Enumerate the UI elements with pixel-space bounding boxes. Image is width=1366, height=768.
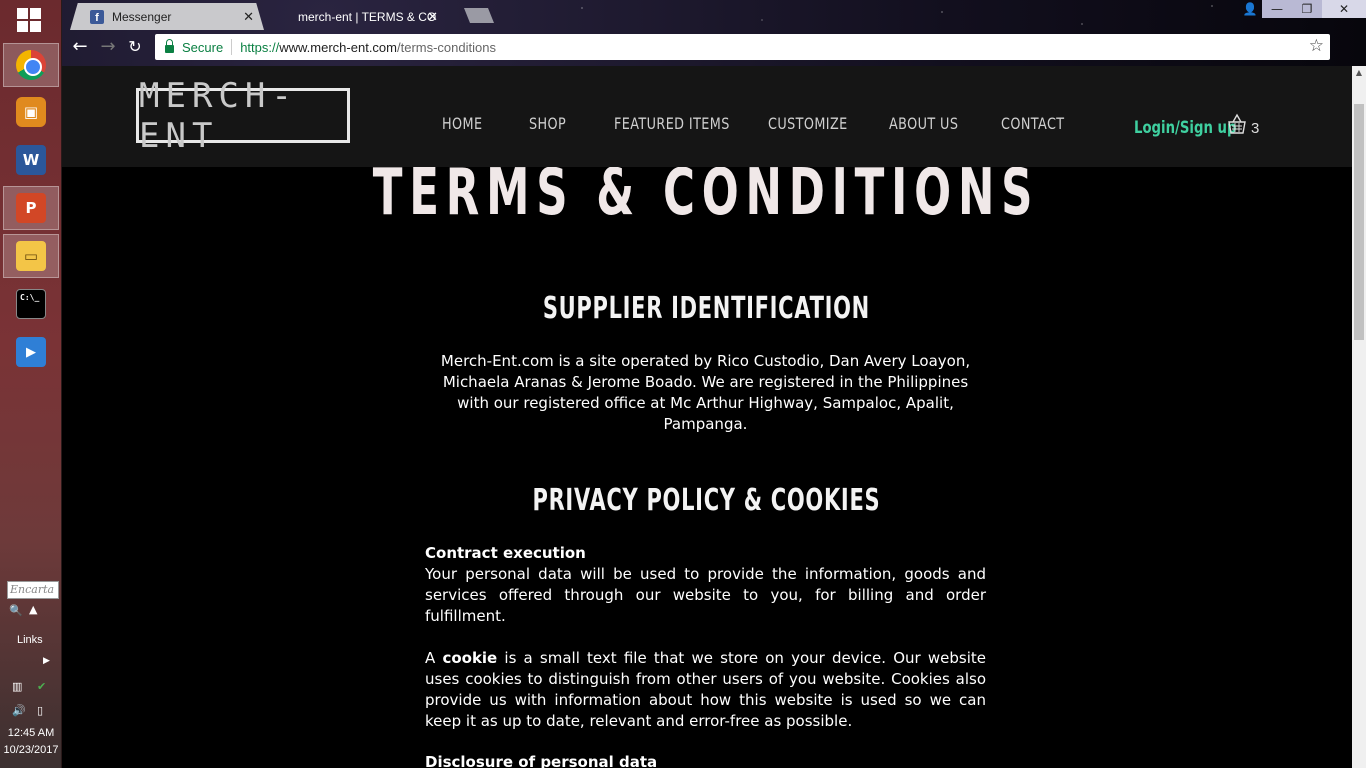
tab-messenger[interactable]: f Messenger ✕ (70, 3, 264, 30)
cookie-term: cookie (442, 649, 498, 667)
disclosure-title: Disclosure of personal data (425, 753, 658, 768)
address-bar[interactable]: Secure https:// www.merch-ent.com /terms… (155, 34, 1330, 60)
forward-button[interactable]: → (98, 37, 118, 57)
nav-home[interactable]: HOME (442, 114, 482, 133)
windows-start-button[interactable] (13, 4, 49, 36)
windows-taskbar: ▣ W P ▭ C:\_ ▶ Encarta 🔍 ▲ Links ▶ ▥ ✔ 🔊… (0, 0, 62, 768)
supplier-paragraph: Merch-Ent.com is a site operated by Rico… (440, 352, 971, 433)
reload-button[interactable]: ↻ (125, 37, 145, 57)
taskbar-powerpoint[interactable]: P (3, 186, 59, 230)
back-button[interactable]: ← (70, 37, 90, 57)
nav-featured-items[interactable]: FEATURED ITEMS (614, 114, 730, 133)
cart-count: 3 (1251, 120, 1260, 137)
taskbar-cmd[interactable]: C:\_ (3, 282, 59, 326)
contract-paragraph: Contract execution Your personal data wi… (425, 543, 986, 627)
volume-icon[interactable]: 🔊 (12, 704, 26, 717)
nav-about-us[interactable]: ABOUT US (889, 114, 958, 133)
search-icon[interactable]: 🔍 (9, 604, 23, 617)
terminal-icon: C:\_ (16, 289, 46, 319)
cookie-body: is a small text file that we store on yo… (425, 649, 986, 730)
chevron-right-icon[interactable]: ▶ (43, 656, 57, 668)
taskbar-chrome[interactable] (3, 43, 59, 87)
scroll-up-icon[interactable]: ▲ (1352, 66, 1366, 80)
network-icon[interactable]: ▥ (12, 680, 26, 693)
encarta-search-input[interactable]: Encarta (7, 581, 59, 599)
play-icon: ▶ (16, 337, 46, 367)
folder-icon: ▭ (16, 241, 46, 271)
nav-customize[interactable]: CUSTOMIZE (768, 114, 848, 133)
nav-contact[interactable]: CONTACT (1001, 114, 1065, 133)
close-tab-icon[interactable]: ✕ (243, 9, 254, 25)
taskbar-app-folder[interactable]: ▣ (3, 90, 59, 134)
links-toolbar-label[interactable]: Links (17, 634, 43, 646)
close-tab-icon[interactable]: ✕ (427, 9, 438, 25)
minimize-button[interactable]: — (1262, 0, 1292, 18)
taskbar-word[interactable]: W (3, 138, 59, 182)
powerpoint-icon: P (16, 193, 46, 223)
close-window-button[interactable]: ✕ (1322, 0, 1366, 18)
page-viewport: TERMS & CONDITIONS SUPPLIER IDENTIFICATI… (62, 66, 1352, 768)
clock-date[interactable]: 10/23/2017 (0, 744, 62, 756)
page-title: TERMS & CONDITIONS (372, 156, 1040, 230)
tab-title: merch-ent | TERMS & CO (298, 9, 437, 24)
chevron-up-icon[interactable]: ▲ (29, 603, 43, 616)
contract-title: Contract execution (425, 544, 586, 562)
site-logo[interactable]: MERCH-ENT (136, 76, 350, 156)
browser-toolbar: f Messenger ✕ merch-ent | TERMS & CO ✕ 👤… (62, 0, 1366, 66)
shopping-basket-icon[interactable] (1224, 112, 1250, 138)
tab-merch-ent[interactable]: merch-ent | TERMS & CO ✕ (282, 3, 472, 30)
windows-logo-icon (17, 8, 28, 19)
url-scheme: https:// (240, 39, 280, 55)
clock-time[interactable]: 12:45 AM (0, 727, 62, 739)
taskbar-file-explorer[interactable]: ▭ (3, 234, 59, 278)
url-path: /terms-conditions (396, 39, 496, 55)
taskbar-media-player[interactable]: ▶ (3, 330, 59, 374)
section-heading-supplier: SUPPLIER IDENTIFICATION (542, 291, 870, 326)
page-scrollbar[interactable]: ▲ (1352, 66, 1366, 768)
site-header: MERCH-ENT HOME SHOP FEATURED ITEMS CUSTO… (62, 66, 1352, 167)
scroll-thumb[interactable] (1354, 104, 1364, 340)
cookie-paragraph: A cookie is a small text file that we st… (425, 648, 986, 732)
secure-label: Secure (182, 39, 224, 55)
word-icon: W (16, 145, 46, 175)
nav-shop[interactable]: SHOP (529, 114, 566, 133)
chrome-icon (16, 50, 46, 80)
profile-icon[interactable]: 👤 (1238, 0, 1262, 18)
bookmark-star-icon[interactable]: ☆ (1309, 36, 1324, 56)
login-signup-link[interactable]: Login/Sign up (1134, 118, 1236, 138)
url-host: www.merch-ent.com (279, 39, 397, 55)
tab-title: Messenger (112, 9, 172, 24)
battery-icon[interactable]: ▯ (37, 704, 51, 717)
lock-icon (165, 39, 174, 53)
omnibox-separator (231, 39, 233, 55)
restore-button[interactable]: ❐ (1292, 0, 1322, 18)
section-heading-privacy: PRIVACY POLICY & COOKIES (532, 483, 881, 518)
window-controls: 👤 — ❐ ✕ (1238, 0, 1366, 18)
package-icon: ▣ (16, 97, 46, 127)
contract-body: Your personal data will be used to provi… (425, 565, 986, 625)
facebook-icon: f (90, 9, 104, 24)
defender-icon[interactable]: ✔ (37, 680, 51, 693)
cookie-prefix: A (425, 649, 436, 667)
